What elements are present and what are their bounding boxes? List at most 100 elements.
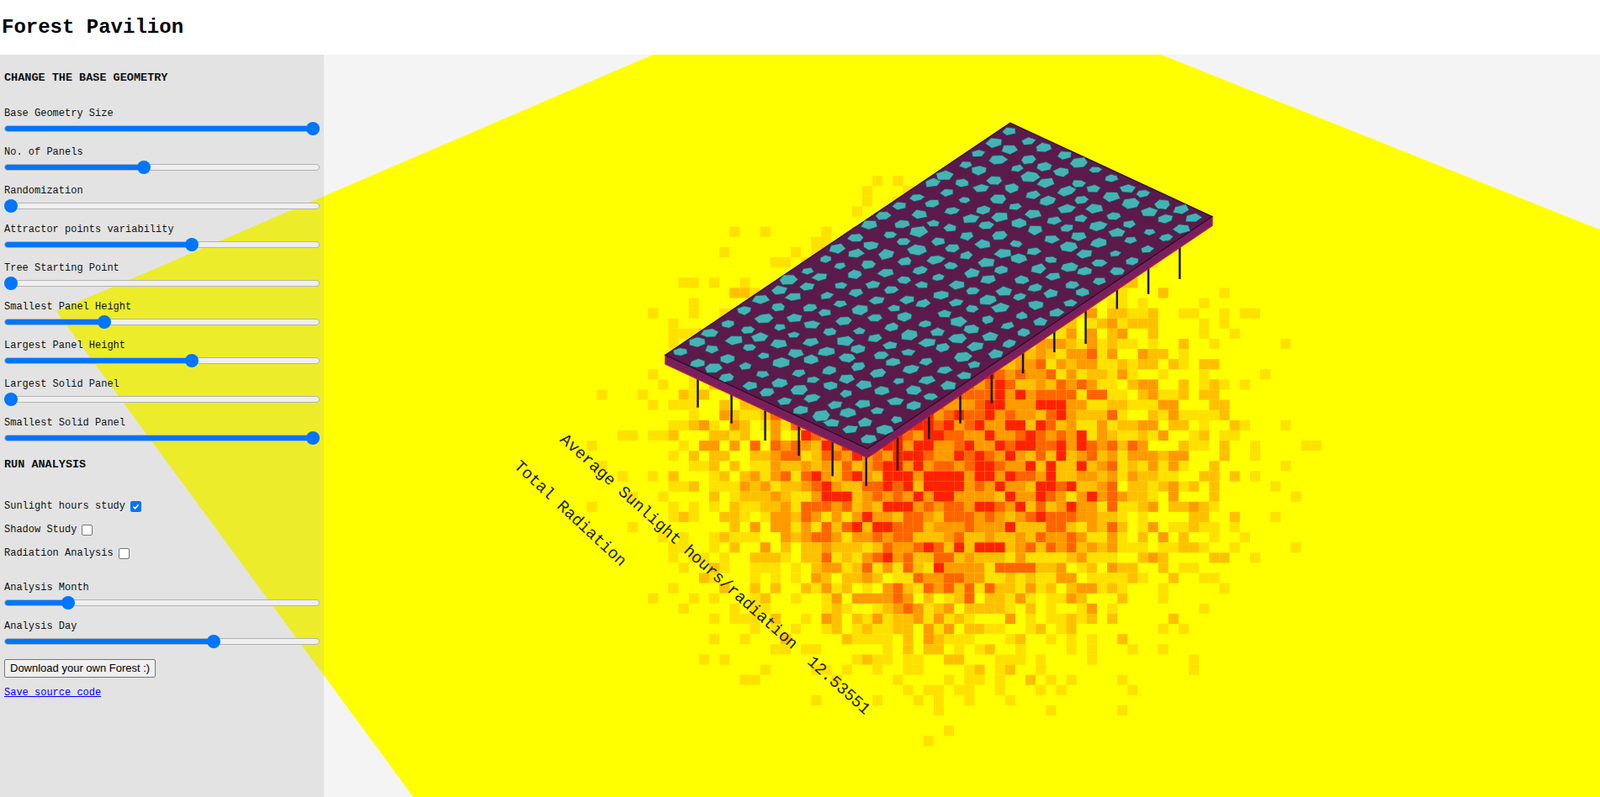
heatmap-cell: [1107, 583, 1118, 594]
heatmap-cell: [750, 532, 761, 543]
heatmap-cell: [668, 471, 679, 482]
heatmap-cell: [1055, 420, 1066, 431]
heatmap-cell: [1025, 512, 1036, 523]
heatmap-cell: [821, 227, 832, 238]
heatmap-cell: [842, 512, 853, 523]
heatmap-cell: [739, 492, 750, 503]
heatmap-cell: [923, 634, 934, 645]
heatmap-cell: [1025, 400, 1036, 411]
heatmap-cell: [1290, 542, 1301, 553]
heatmap-cell: [923, 492, 934, 503]
heatmap-cell: [1138, 542, 1149, 553]
heatmap-cell: [1107, 410, 1118, 421]
heatmap-cell: [1066, 583, 1077, 594]
heatmap-cell: [1198, 410, 1209, 421]
heatmap-cell: [1158, 593, 1169, 604]
heatmap-cell: [821, 492, 832, 503]
heatmap-cell: [1117, 400, 1128, 411]
heatmap-cell: [1117, 339, 1128, 350]
heatmap-cell: [953, 573, 965, 584]
heatmap-cell: [943, 482, 954, 493]
heatmap-cell: [1178, 482, 1189, 493]
heatmap-cell: [1076, 482, 1087, 493]
heatmap-cell: [1117, 287, 1128, 298]
heatmap-cell: [1208, 552, 1219, 563]
heatmap-cell: [1086, 614, 1097, 625]
heatmap-cell: [1178, 440, 1189, 451]
heatmap-cell: [964, 512, 975, 523]
heatmap-cell: [892, 573, 903, 584]
heatmap-cell: [831, 552, 843, 563]
heatmap-cell: [810, 532, 822, 543]
heatmap-cell: [668, 552, 679, 563]
heatmap-cell: [821, 624, 832, 635]
heatmap-cell: [995, 492, 1006, 503]
heatmap-cell: [964, 471, 975, 482]
heatmap-cell: [852, 634, 863, 645]
heatmap-cell: [1168, 542, 1179, 553]
heatmap-cell: [1158, 542, 1169, 553]
heatmap-cell: [1270, 482, 1281, 493]
heatmap-cell: [882, 562, 893, 573]
heatmap-cell: [852, 614, 863, 625]
heatmap-cell: [1158, 624, 1169, 635]
heatmap-cell: [862, 482, 873, 493]
heatmap-cell: [872, 512, 883, 523]
heatmap-cell: [974, 492, 985, 503]
heatmap-cell: [750, 440, 761, 451]
heatmap-cell: [842, 665, 853, 676]
heatmap-cell: [750, 675, 761, 686]
heatmap-cell: [1035, 390, 1046, 401]
heatmap-cell: [1005, 603, 1016, 615]
heatmap-cell: [729, 492, 740, 503]
heatmap-cell: [1107, 460, 1118, 472]
heatmap-cell: [943, 471, 954, 482]
heatmap-cell: [810, 573, 822, 584]
heatmap-cell: [1066, 471, 1077, 482]
heatmap-cell: [1096, 460, 1108, 472]
heatmap-cell: [985, 400, 996, 411]
heatmap-cell: [882, 644, 893, 655]
heatmap-cell: [1086, 390, 1097, 401]
heatmap-cell: [1107, 297, 1118, 308]
heatmap-cell: [1148, 460, 1159, 472]
heatmap-cell: [831, 603, 843, 615]
heatmap-cell: [668, 512, 679, 523]
heatmap-cell: [903, 532, 914, 543]
heatmap-cell: [913, 471, 924, 482]
heatmap-cell: [1025, 460, 1036, 472]
heatmap-cell: [1045, 450, 1056, 461]
heatmap-cell: [842, 482, 853, 493]
heatmap-cell: [1148, 328, 1159, 340]
heatmap-cell: [1086, 532, 1097, 543]
heatmap-cell: [913, 450, 924, 461]
heatmap-cell: [964, 573, 975, 584]
heatmap-cell: [842, 634, 853, 645]
heatmap-cell: [668, 430, 679, 441]
heatmap-cell: [1148, 379, 1159, 390]
heatmap-cell: [719, 450, 730, 461]
heatmap-cell: [1035, 450, 1046, 461]
heatmap-cell: [1219, 410, 1230, 421]
heatmap-cell: [933, 573, 944, 584]
heatmap-cell: [995, 522, 1006, 533]
heatmap-cell: [862, 583, 873, 594]
heatmap-cell: [903, 450, 914, 461]
heatmap-cell: [862, 542, 873, 553]
heatmap-cell: [668, 450, 679, 461]
heatmap-cell: [1045, 379, 1056, 390]
heatmap-cell: [1055, 562, 1066, 573]
heatmap-cell: [1096, 430, 1108, 441]
heatmap-cell: [800, 542, 811, 553]
heatmap-cell: [1025, 450, 1036, 461]
heatmap-cell: [852, 482, 863, 493]
heatmap-cell: [1107, 573, 1118, 584]
heatmap-cell: [699, 654, 710, 665]
heatmap-cell: [1096, 482, 1108, 493]
heatmap-cell: [1107, 379, 1118, 390]
heatmap-cell: [985, 492, 996, 503]
heatmap-cell: [1086, 359, 1097, 370]
heatmap-cell: [688, 502, 700, 513]
heatmap-cell: [842, 532, 853, 543]
heatmap-cell: [1188, 512, 1199, 523]
